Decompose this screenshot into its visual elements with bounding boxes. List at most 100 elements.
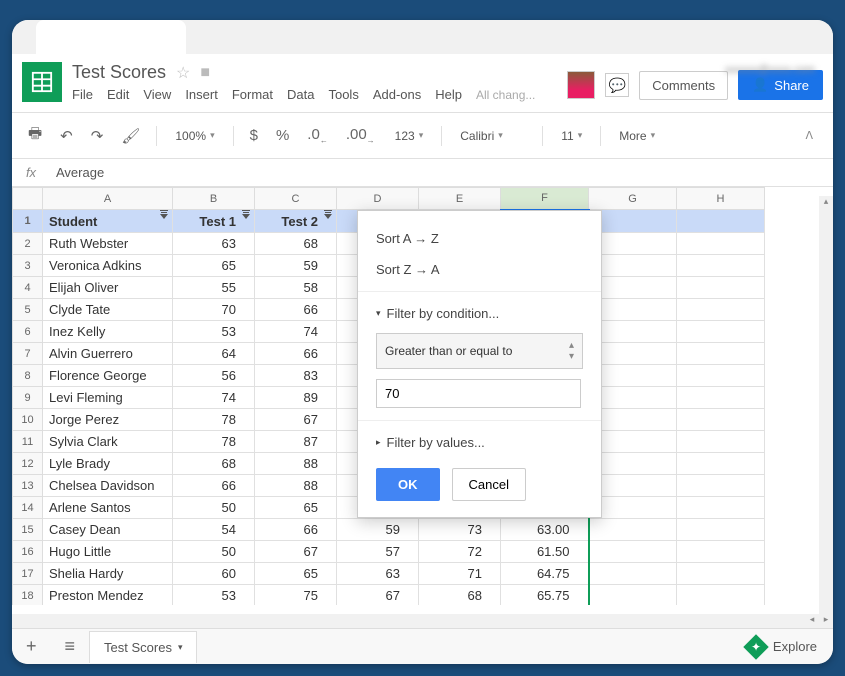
cell[interactable] (677, 431, 765, 453)
col-A[interactable]: A (43, 188, 173, 210)
row-num[interactable]: 15 (13, 519, 43, 541)
paint-format-icon[interactable]: 🖌 (115, 123, 146, 149)
vertical-scrollbar[interactable]: ▴ (819, 196, 833, 614)
decrease-decimal-button[interactable]: .0← (301, 122, 334, 149)
cell[interactable] (589, 563, 677, 585)
col-G[interactable]: G (589, 188, 677, 210)
cell[interactable]: Preston Mendez (43, 585, 173, 606)
doc-title[interactable]: Test Scores (72, 62, 166, 83)
cell[interactable]: 63.00 (501, 519, 589, 541)
cell[interactable] (589, 585, 677, 606)
cell[interactable]: 66 (255, 299, 337, 321)
row-num[interactable]: 8 (13, 365, 43, 387)
menu-format[interactable]: Format (232, 87, 273, 102)
cell[interactable]: 66 (255, 519, 337, 541)
filter-by-values[interactable]: Filter by values... (358, 427, 601, 458)
sort-za[interactable]: Sort Z → A (358, 254, 601, 285)
cell[interactable]: Ruth Webster (43, 233, 173, 255)
col-E[interactable]: E (419, 188, 501, 210)
cell[interactable]: Shelia Hardy (43, 563, 173, 585)
cell[interactable]: 64 (173, 343, 255, 365)
condition-select[interactable]: Greater than or equal to▴▾ (376, 333, 583, 369)
sheet-tab[interactable]: Test Scores▾ (89, 631, 197, 663)
zoom-dropdown[interactable]: 100% (167, 125, 222, 147)
cell[interactable]: 64.75 (501, 563, 589, 585)
cell[interactable]: Florence George (43, 365, 173, 387)
spreadsheet-grid[interactable]: A B C D E F G H 1 Student Test 1 Test 2 … (12, 187, 833, 605)
menu-file[interactable]: File (72, 87, 93, 102)
cell[interactable] (677, 519, 765, 541)
cell[interactable]: 61.50 (501, 541, 589, 563)
explore-button[interactable]: ✦ Explore (731, 630, 833, 664)
cell[interactable]: 88 (255, 475, 337, 497)
collapse-toolbar-icon[interactable]: ᐱ (795, 125, 823, 146)
cell[interactable]: Casey Dean (43, 519, 173, 541)
row-num[interactable]: 4 (13, 277, 43, 299)
cell[interactable] (677, 387, 765, 409)
row-num[interactable]: 5 (13, 299, 43, 321)
cell[interactable] (677, 541, 765, 563)
cell[interactable]: 71 (419, 563, 501, 585)
ok-button[interactable]: OK (376, 468, 440, 501)
col-F[interactable]: F (501, 188, 589, 210)
cell[interactable] (677, 343, 765, 365)
row-num[interactable]: 11 (13, 431, 43, 453)
menu-view[interactable]: View (143, 87, 171, 102)
comments-button[interactable]: Comments (639, 71, 728, 100)
cell[interactable] (677, 210, 765, 233)
header-student[interactable]: Student (43, 210, 173, 233)
row-num[interactable]: 7 (13, 343, 43, 365)
row-num[interactable]: 13 (13, 475, 43, 497)
percent-button[interactable]: % (270, 123, 295, 148)
cell[interactable]: Alvin Guerrero (43, 343, 173, 365)
filter-icon[interactable] (324, 214, 332, 219)
cell[interactable]: 73 (419, 519, 501, 541)
cell[interactable]: Lyle Brady (43, 453, 173, 475)
cell[interactable] (677, 255, 765, 277)
all-sheets-icon[interactable]: ≡ (51, 636, 90, 657)
cell[interactable]: 70 (173, 299, 255, 321)
cell[interactable] (677, 475, 765, 497)
cell[interactable] (677, 563, 765, 585)
cancel-button[interactable]: Cancel (452, 468, 526, 501)
menu-edit[interactable]: Edit (107, 87, 129, 102)
row-num[interactable]: 3 (13, 255, 43, 277)
print-icon[interactable]: 🖶 (22, 119, 48, 152)
filter-icon[interactable] (242, 214, 250, 219)
cell[interactable] (589, 519, 677, 541)
cell[interactable] (677, 453, 765, 475)
avatar[interactable] (567, 71, 595, 99)
cell[interactable]: Jorge Perez (43, 409, 173, 431)
cell[interactable]: 74 (173, 387, 255, 409)
cell[interactable]: Veronica Adkins (43, 255, 173, 277)
currency-button[interactable]: $ (244, 123, 264, 148)
cell[interactable]: 78 (173, 409, 255, 431)
cell[interactable]: 50 (173, 541, 255, 563)
cell[interactable]: 75 (255, 585, 337, 606)
number-format-dropdown[interactable]: 123 (387, 125, 432, 147)
cell[interactable]: 53 (173, 585, 255, 606)
cell[interactable]: 87 (255, 431, 337, 453)
cell[interactable]: 88 (255, 453, 337, 475)
add-sheet-icon[interactable]: + (12, 636, 51, 657)
cell[interactable]: 54 (173, 519, 255, 541)
cell[interactable]: 63 (173, 233, 255, 255)
col-H[interactable]: H (677, 188, 765, 210)
cell[interactable] (677, 585, 765, 606)
header-test1[interactable]: Test 1 (173, 210, 255, 233)
filter-by-condition[interactable]: Filter by condition... (358, 298, 601, 329)
cell[interactable]: Chelsea Davidson (43, 475, 173, 497)
col-B[interactable]: B (173, 188, 255, 210)
cell[interactable]: 67 (255, 409, 337, 431)
cell[interactable]: 58 (255, 277, 337, 299)
cell[interactable] (677, 497, 765, 519)
cell[interactable]: 66 (173, 475, 255, 497)
row-num[interactable]: 14 (13, 497, 43, 519)
cell[interactable]: Elijah Oliver (43, 277, 173, 299)
cell[interactable]: 78 (173, 431, 255, 453)
cell[interactable]: 63 (337, 563, 419, 585)
cell[interactable]: Clyde Tate (43, 299, 173, 321)
cell[interactable]: Inez Kelly (43, 321, 173, 343)
cell[interactable]: 72 (419, 541, 501, 563)
cell[interactable] (677, 277, 765, 299)
